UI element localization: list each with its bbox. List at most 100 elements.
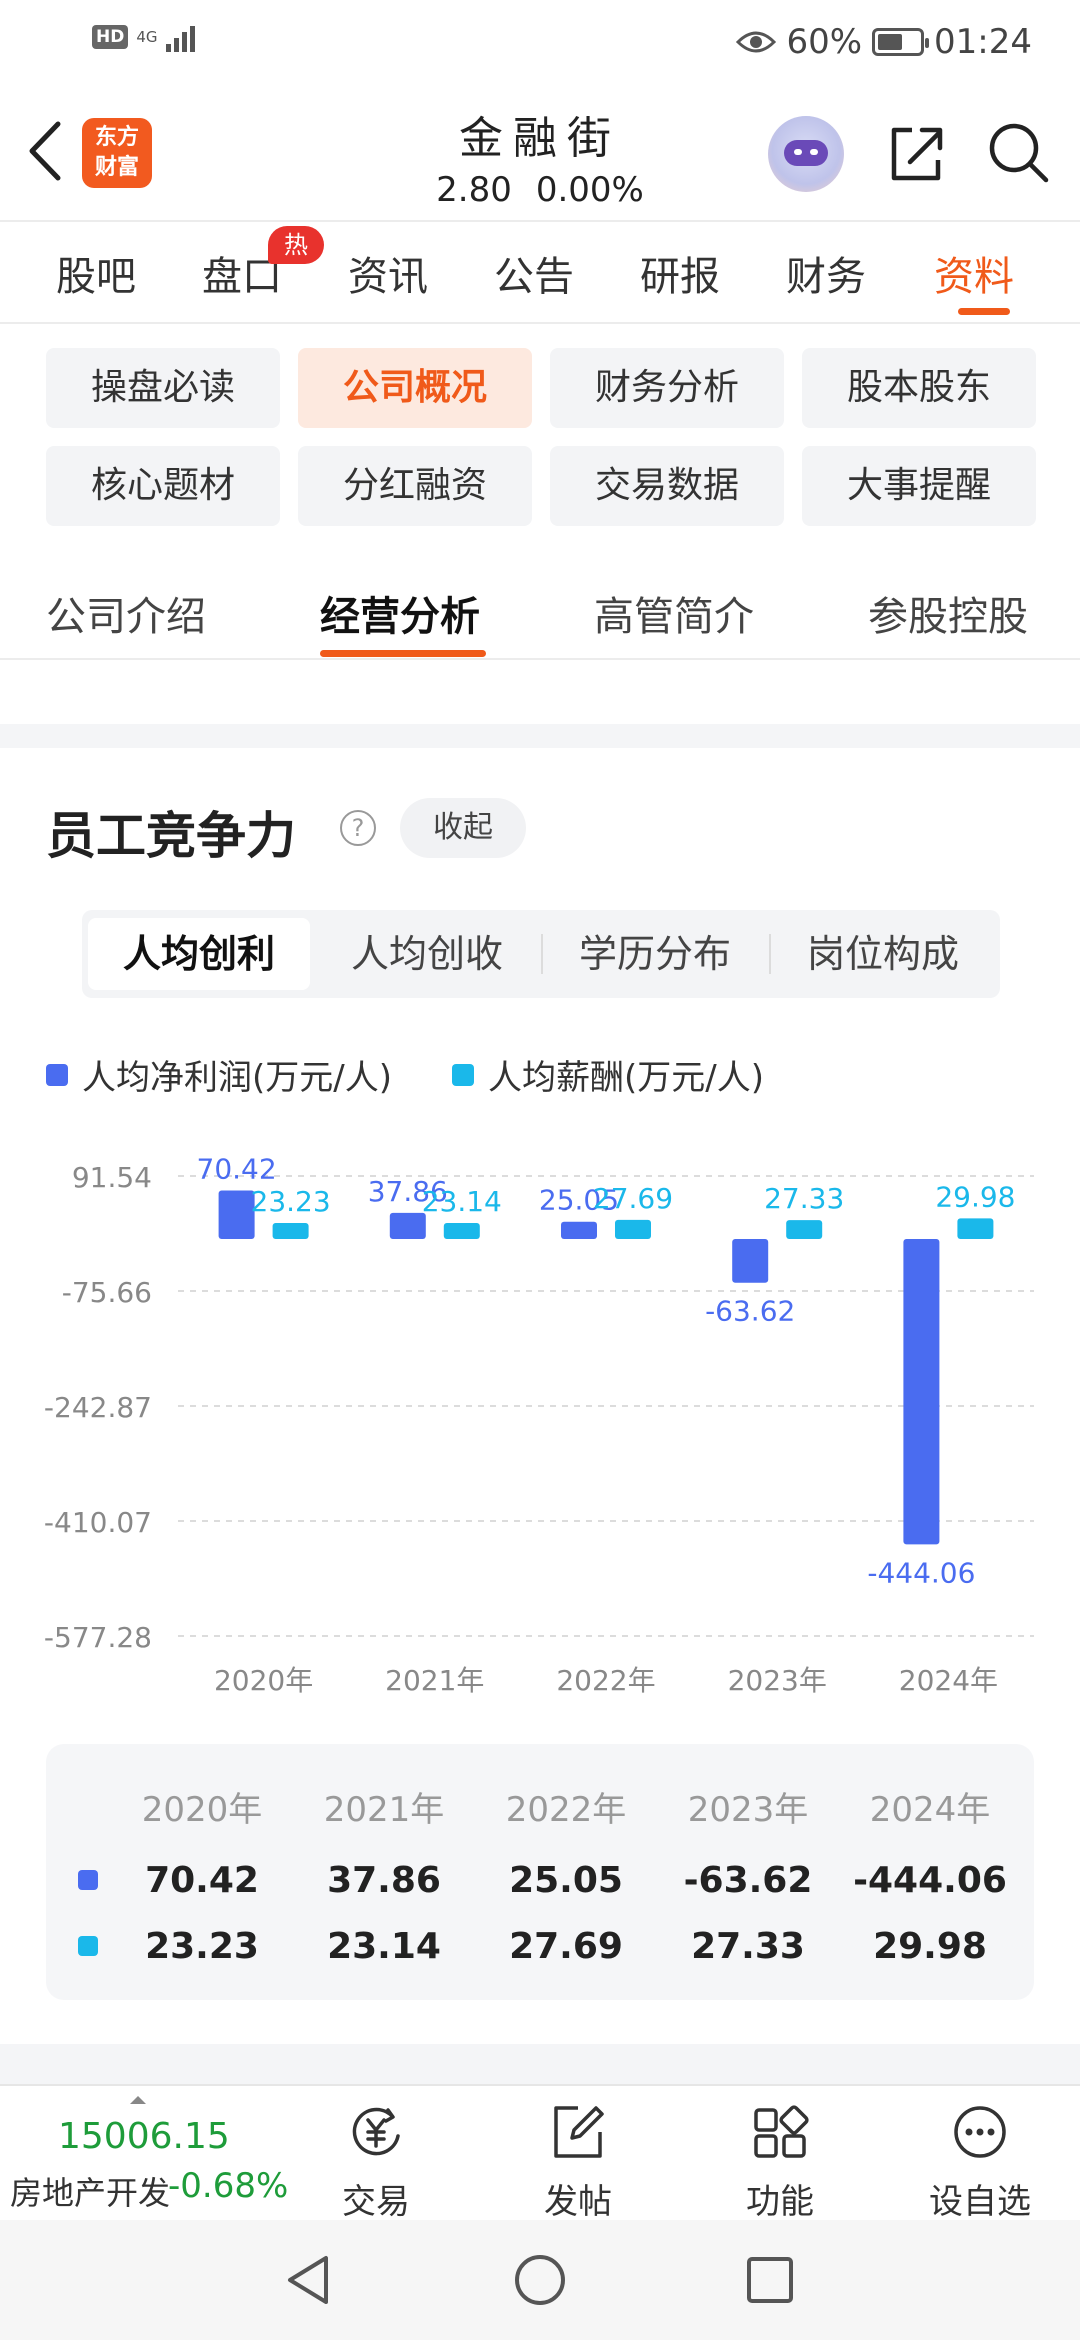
y-tick-label: 91.54 — [72, 1161, 152, 1194]
sector-index-change[interactable]: -0.68% — [168, 2166, 288, 2206]
chip-trading-essentials[interactable]: 操盘必读 — [46, 348, 280, 428]
trade-label: 交易 — [342, 2182, 410, 2222]
subtab-executives[interactable]: 高管简介 — [594, 584, 754, 642]
add-watchlist-button[interactable]: 设自选 — [910, 2102, 1050, 2223]
y-tick-label: -577.28 — [44, 1621, 152, 1654]
battery-percent: 60% — [786, 22, 863, 62]
table-cell: -444.06 — [853, 1860, 1007, 1901]
segment-revenue-per-capita[interactable]: 人均创收 — [316, 918, 538, 990]
help-icon[interactable]: ? — [340, 810, 376, 846]
data-label: -63.62 — [705, 1295, 795, 1328]
table-cell: 27.33 — [691, 1926, 805, 1967]
data-label: 23.23 — [251, 1185, 331, 1218]
assistant-robot-avatar[interactable] — [768, 116, 844, 192]
table-cell: 27.69 — [509, 1926, 623, 1967]
table-swatch-net-profit — [78, 1870, 98, 1890]
chip-core-themes[interactable]: 核心题材 — [46, 446, 280, 526]
hot-badge: 热 — [268, 226, 324, 264]
bar — [443, 1223, 480, 1239]
table-cell: 29.98 — [873, 1926, 987, 1967]
expand-caret-icon[interactable] — [130, 2096, 146, 2104]
bar — [615, 1219, 651, 1239]
trade-button[interactable]: 交易 — [306, 2102, 446, 2223]
chip-company-overview[interactable]: 公司概况 — [298, 348, 532, 428]
stock-title-block: 金融街 2.80 0.00% — [340, 102, 740, 210]
tab-announcements[interactable]: 公告 — [494, 244, 574, 302]
tab-research[interactable]: 研报 — [640, 244, 720, 302]
segment-positions[interactable]: 岗位构成 — [772, 918, 994, 990]
stock-quote: 2.80 0.00% — [340, 170, 740, 210]
chip-financial-analysis[interactable]: 财务分析 — [550, 348, 784, 428]
legend-salary[interactable]: 人均薪酬(万元/人) — [451, 1050, 764, 1099]
logo-text-bottom: 财富 — [94, 155, 139, 180]
tab-guba[interactable]: 股吧 — [56, 244, 136, 302]
sub-tabs: 公司介绍 经营分析 高管简介 参股控股 — [0, 560, 1080, 660]
table-cell: 25.05 — [509, 1860, 623, 1901]
data-table: 2020年 2021年 2022年 2023年 2024年 70.42 37.8… — [46, 1744, 1034, 2000]
battery-icon — [872, 28, 930, 56]
y-tick-label: -410.07 — [44, 1506, 152, 1539]
x-tick-label: 2021年 — [385, 1664, 484, 1697]
status-left: HD 4G — [92, 22, 195, 52]
hd-badge: HD — [92, 25, 129, 49]
legend-net-profit[interactable]: 人均净利润(万元/人) — [46, 1050, 392, 1099]
chip-shareholders[interactable]: 股本股东 — [802, 348, 1036, 428]
section-title: 员工竞争力 — [46, 807, 296, 865]
y-tick-label: -75.66 — [62, 1276, 152, 1309]
share-icon[interactable] — [884, 122, 948, 186]
table-cell: 23.14 — [327, 1926, 441, 1967]
x-tick-label: 2023年 — [728, 1664, 827, 1697]
table-swatch-salary — [78, 1936, 98, 1956]
network-type: 4G — [136, 28, 158, 46]
data-label: 70.42 — [197, 1153, 277, 1186]
nav-recents-icon[interactable] — [740, 2250, 800, 2310]
metric-segmented-control: 人均创利 人均创收 学历分布 岗位构成 — [82, 910, 1000, 998]
legend-label-salary: 人均薪酬(万元/人) — [487, 1058, 764, 1098]
chip-trading-data[interactable]: 交易数据 — [550, 446, 784, 526]
nav-back-icon[interactable] — [280, 2250, 340, 2310]
bar-chart: 91.54 -75.66 -242.87 -410.07 -577.28 2020年 70.… — [44, 1153, 1034, 1697]
bar — [272, 1222, 309, 1239]
back-arrow-icon[interactable] — [22, 118, 68, 184]
eye-icon — [736, 31, 777, 53]
signal-icon — [165, 22, 195, 52]
subtab-holdings[interactable]: 参股控股 — [868, 584, 1028, 642]
functions-button[interactable]: 功能 — [710, 2102, 850, 2223]
data-label: -444.06 — [867, 1556, 975, 1589]
post-button[interactable]: 发帖 — [508, 2102, 648, 2223]
nav-home-icon[interactable] — [510, 2250, 570, 2310]
sector-index-value[interactable]: 15006.15 — [58, 2116, 230, 2157]
table-cell: 70.42 — [145, 1860, 259, 1901]
x-tick-label: 2024年 — [899, 1664, 998, 1697]
tab-profile[interactable]: 资料 — [934, 244, 1014, 302]
compose-icon — [554, 2106, 604, 2158]
segment-profit-per-capita[interactable]: 人均创利 — [88, 918, 310, 990]
app-logo[interactable]: 东方 财富 — [82, 118, 152, 188]
stock-name: 金融街 — [459, 113, 621, 164]
segment-education[interactable]: 学历分布 — [544, 918, 766, 990]
section-divider — [0, 724, 1080, 748]
bar — [786, 1220, 823, 1239]
table-cell: -63.62 — [683, 1860, 813, 1901]
active-tab-indicator — [958, 308, 1010, 315]
header: 东方 财富 金融街 2.80 0.00% — [0, 84, 1080, 220]
tab-finance[interactable]: 财务 — [786, 244, 866, 302]
search-icon[interactable] — [986, 120, 1050, 184]
sector-index-name[interactable]: 房地产开发 — [10, 2168, 170, 2214]
subtab-business-analysis[interactable]: 经营分析 — [320, 584, 480, 642]
subtab-company-intro[interactable]: 公司介绍 — [46, 584, 206, 642]
bar — [732, 1238, 769, 1283]
table-cell: 37.86 — [327, 1860, 441, 1901]
bar — [389, 1212, 426, 1239]
add-watchlist-label: 设自选 — [929, 2182, 1031, 2222]
tab-news[interactable]: 资讯 — [348, 244, 428, 302]
chip-events[interactable]: 大事提醒 — [802, 446, 1036, 526]
collapse-button[interactable]: 收起 — [400, 798, 526, 858]
table-header: 2021年 — [323, 1790, 445, 1830]
data-label: 27.69 — [593, 1182, 673, 1215]
chip-dividends[interactable]: 分红融资 — [298, 446, 532, 526]
status-right: 60% 01:24 — [736, 22, 1032, 62]
legend-swatch-net-profit — [46, 1063, 68, 1086]
table-cell: 23.23 — [145, 1926, 259, 1967]
more-dots-icon — [954, 2106, 1006, 2158]
